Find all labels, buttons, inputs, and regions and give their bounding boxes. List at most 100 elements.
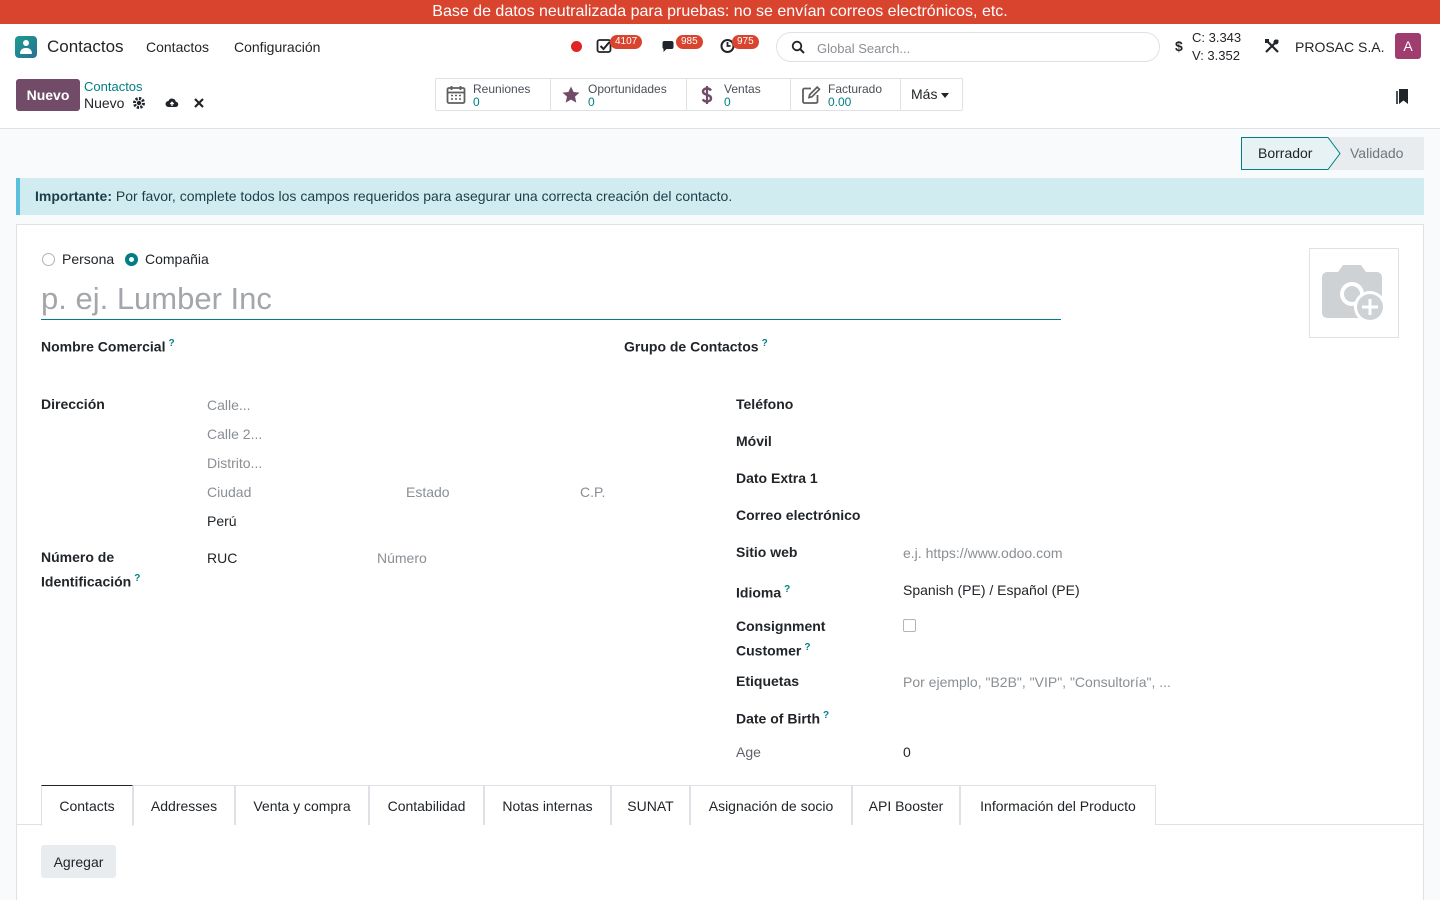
user-avatar[interactable]: A <box>1395 33 1421 59</box>
radio-persona-label[interactable]: Persona <box>62 251 114 267</box>
extra-data-label: Dato Extra 1 <box>736 470 818 486</box>
id-number-label: Número de Identificación? <box>41 549 141 590</box>
image-upload[interactable] <box>1309 248 1399 338</box>
recording-icon[interactable] <box>571 41 582 52</box>
camera-plus-icon <box>1322 265 1386 323</box>
edit-icon <box>802 85 821 104</box>
phone-label: Teléfono <box>736 396 794 412</box>
add-button[interactable]: Agregar <box>41 845 116 878</box>
exchange-rates: C: 3.343 V: 3.352 <box>1192 29 1241 65</box>
help-icon[interactable]: ? <box>134 573 140 584</box>
more-label: Más <box>911 86 938 102</box>
language-label: Idioma? <box>736 584 791 601</box>
website-label: Sitio web <box>736 544 798 560</box>
cloud-upload-icon[interactable] <box>165 96 179 110</box>
radio-persona[interactable] <box>42 253 55 266</box>
rate-sell: V: 3.352 <box>1192 48 1240 63</box>
discard-icon[interactable] <box>192 96 206 110</box>
mobile-label: Móvil <box>736 433 772 449</box>
tags-label: Etiquetas <box>736 673 800 689</box>
tab-informacion-del-producto[interactable]: Información del Producto <box>960 785 1156 825</box>
smart-button-facturado[interactable]: Facturado 0.00 <box>791 79 901 110</box>
global-search[interactable] <box>776 32 1160 62</box>
help-icon[interactable]: ? <box>784 584 790 595</box>
smart-label: Ventas <box>724 82 761 96</box>
status-active-label: Borrador <box>1258 145 1313 161</box>
timers-badge: 975 <box>732 35 759 49</box>
tools-icon[interactable] <box>1264 38 1280 54</box>
smart-buttons: Reuniones 0 Oportunidades 0 Ventas 0 Fac… <box>435 78 963 111</box>
help-icon[interactable]: ? <box>762 338 768 349</box>
radio-compania-label[interactable]: Compañia <box>145 251 209 267</box>
zip-input[interactable]: C.P. <box>580 484 605 500</box>
more-dropdown[interactable]: Más <box>901 79 963 110</box>
street-input[interactable]: Calle... <box>207 397 251 413</box>
important-alert: Importante: Por favor, complete todos lo… <box>16 178 1424 215</box>
status-borrador[interactable]: Borrador <box>1241 137 1341 170</box>
id-type-select[interactable]: RUC <box>207 550 237 566</box>
status-validado[interactable]: Validado <box>1329 137 1424 170</box>
currency-icon: $ <box>1175 38 1183 54</box>
status-bar: Validado Borrador <box>1241 137 1424 170</box>
breadcrumb-parent[interactable]: Contactos <box>84 79 143 94</box>
contacts-app-icon[interactable] <box>15 36 37 58</box>
district-input[interactable]: Distrito... <box>207 455 262 471</box>
smart-label: Facturado <box>828 82 883 96</box>
star-icon <box>562 86 580 103</box>
tab-venta-y-compra[interactable]: Venta y compra <box>235 785 369 825</box>
consignment-checkbox[interactable] <box>903 619 916 632</box>
contact-group-label: Grupo de Contactos? <box>624 338 768 355</box>
messages-badge: 985 <box>676 35 703 49</box>
top-navbar: Contactos Contactos Configuración 4107 9… <box>0 24 1440 70</box>
smart-label: Oportunidades <box>588 82 667 96</box>
tab-asignacion-de-socio[interactable]: Asignación de socio <box>690 785 852 825</box>
status-next-label: Validado <box>1350 145 1404 161</box>
company-switcher[interactable]: PROSAC S.A. <box>1295 39 1384 55</box>
street2-input[interactable]: Calle 2... <box>207 426 262 442</box>
alert-text: Por favor, complete todos los campos req… <box>112 188 733 204</box>
age-value: 0 <box>903 744 911 760</box>
calendar-icon <box>446 86 466 104</box>
chat-icon[interactable] <box>660 38 677 54</box>
alert-bold: Importante: <box>35 188 112 204</box>
new-button[interactable]: Nuevo <box>16 79 80 111</box>
smart-label: Reuniones <box>473 82 531 96</box>
menu-configuracion[interactable]: Configuración <box>234 39 320 55</box>
gear-icon[interactable] <box>132 96 146 110</box>
search-input[interactable] <box>817 38 1137 58</box>
tab-addresses[interactable]: Addresses <box>133 785 235 825</box>
country-input[interactable]: Perú <box>207 513 237 529</box>
rate-buy: C: 3.343 <box>1192 30 1242 45</box>
bookmark-icon[interactable] <box>1396 88 1410 105</box>
help-icon[interactable]: ? <box>804 642 810 653</box>
app-name[interactable]: Contactos <box>47 37 124 57</box>
id-number-input[interactable]: Número <box>377 550 427 566</box>
radio-compania[interactable] <box>125 253 138 266</box>
help-icon[interactable]: ? <box>823 710 829 721</box>
smart-button-ventas[interactable]: Ventas 0 <box>687 79 791 110</box>
trade-name-label: Nombre Comercial? <box>41 338 175 355</box>
smart-value: 0 <box>588 95 595 109</box>
smart-value: 0 <box>724 95 731 109</box>
smart-button-reuniones[interactable]: Reuniones 0 <box>436 79 551 110</box>
email-label: Correo electrónico <box>736 507 861 523</box>
state-input[interactable]: Estado <box>406 484 450 500</box>
tab-notas-internas[interactable]: Notas internas <box>484 785 611 825</box>
tags-input[interactable]: Por ejemplo, "B2B", "VIP", "Consultoría"… <box>903 674 1171 690</box>
dollar-icon <box>701 86 713 104</box>
test-database-banner: Base de datos neutralizada para pruebas:… <box>0 0 1440 24</box>
tab-api-booster[interactable]: API Booster <box>852 785 960 825</box>
help-icon[interactable]: ? <box>168 338 174 349</box>
tab-contacts[interactable]: Contacts <box>41 785 133 826</box>
company-name-input[interactable] <box>41 279 1061 320</box>
city-input[interactable]: Ciudad <box>207 484 251 500</box>
language-select[interactable]: Spanish (PE) / Español (PE) <box>903 582 1080 598</box>
notebook-tabs: Contacts Addresses Venta y compra Contab… <box>17 785 1423 826</box>
caret-down-icon <box>941 92 950 98</box>
age-label: Age <box>736 744 761 760</box>
tab-contabilidad[interactable]: Contabilidad <box>369 785 484 825</box>
smart-button-oportunidades[interactable]: Oportunidades 0 <box>551 79 687 110</box>
website-input[interactable]: e.j. https://www.odoo.com <box>903 545 1063 561</box>
tab-sunat[interactable]: SUNAT <box>611 785 690 825</box>
menu-contactos[interactable]: Contactos <box>146 39 209 55</box>
